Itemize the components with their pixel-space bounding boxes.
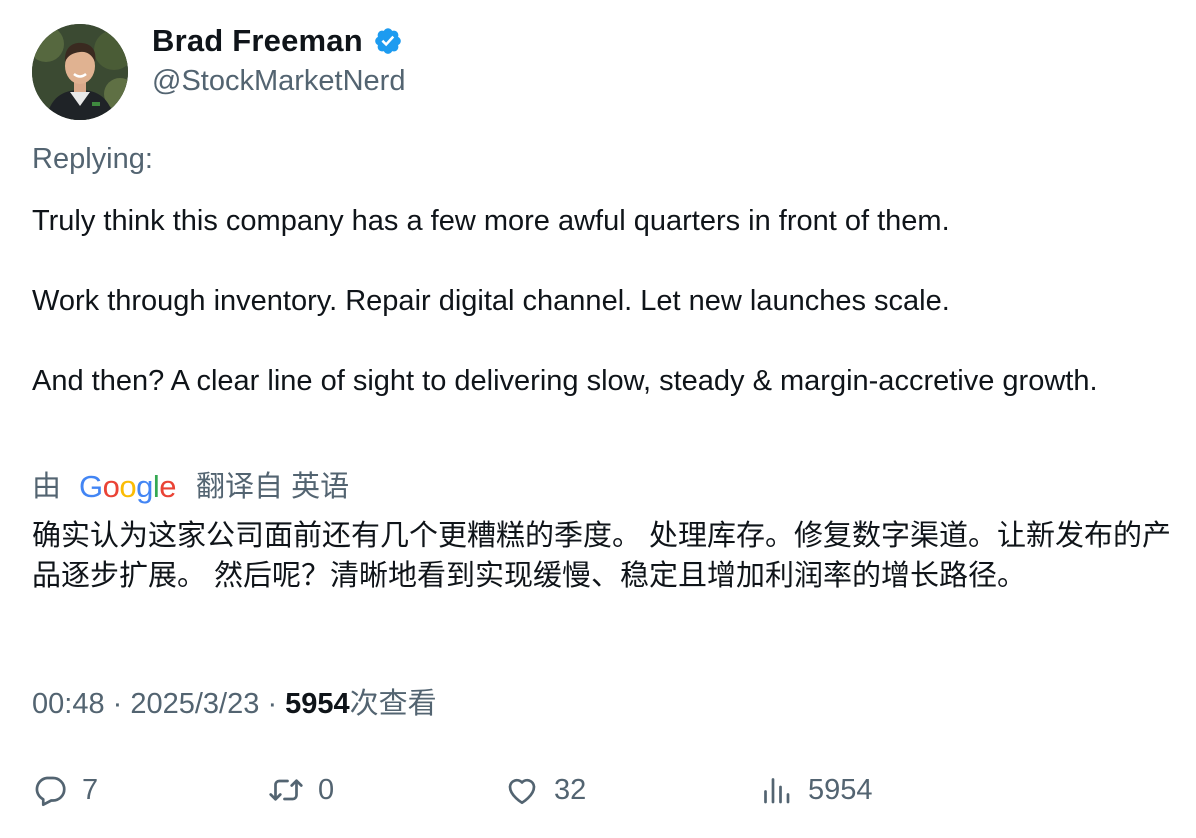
translated-tweet-text: 确实认为这家公司面前还有几个更糟糕的季度。 处理库存。修复数字渠道。让新发布的产… bbox=[32, 520, 1172, 592]
views-label: 次查看 bbox=[349, 688, 437, 720]
translation-source-language: 翻译自 英语 bbox=[196, 471, 350, 503]
replying-label: Replying: bbox=[32, 143, 153, 175]
heart-icon bbox=[504, 772, 540, 808]
bar-chart-icon bbox=[758, 772, 794, 808]
author-name-row: Brad Freeman bbox=[152, 22, 403, 60]
retweet-count: 0 bbox=[318, 774, 335, 806]
author-display-name[interactable]: Brad Freeman bbox=[152, 22, 363, 60]
tweet-date[interactable]: 2025/3/23 bbox=[130, 688, 259, 720]
tweet-paragraph: And then? A clear line of sight to deliv… bbox=[32, 365, 1098, 397]
reply-button[interactable]: 7 bbox=[32, 770, 98, 810]
like-count: 32 bbox=[554, 774, 587, 806]
translation-prefix: 由 bbox=[32, 471, 62, 503]
meta-separator: · bbox=[267, 688, 286, 720]
like-button[interactable]: 32 bbox=[504, 770, 586, 810]
reply-count: 7 bbox=[82, 774, 99, 806]
tweet-text: Truly think this company has a few more … bbox=[32, 201, 1162, 401]
avatar[interactable] bbox=[32, 24, 128, 120]
views-count: 5954 bbox=[285, 688, 350, 720]
views-count-action: 5954 bbox=[808, 774, 873, 806]
tweet-paragraph: Truly think this company has a few more … bbox=[32, 205, 950, 237]
retweet-button[interactable]: 0 bbox=[268, 770, 334, 810]
views-button[interactable]: 5954 bbox=[758, 770, 873, 810]
verified-badge-icon[interactable] bbox=[373, 26, 403, 56]
author-handle[interactable]: @StockMarketNerd bbox=[152, 62, 405, 100]
speech-bubble-icon bbox=[32, 772, 68, 808]
tweet-paragraph: Work through inventory. Repair digital c… bbox=[32, 285, 950, 317]
meta-separator: · bbox=[112, 688, 131, 720]
google-logo[interactable]: Google bbox=[79, 467, 177, 507]
translation-attribution: 由 Google 翻译自 英语 bbox=[32, 467, 349, 507]
tweet-meta: 00:48 · 2025/3/23 · 5954次查看 bbox=[32, 684, 437, 724]
tweet-time[interactable]: 00:48 bbox=[32, 688, 105, 720]
retweet-arrows-icon bbox=[268, 772, 304, 808]
avatar-photo bbox=[32, 24, 128, 120]
